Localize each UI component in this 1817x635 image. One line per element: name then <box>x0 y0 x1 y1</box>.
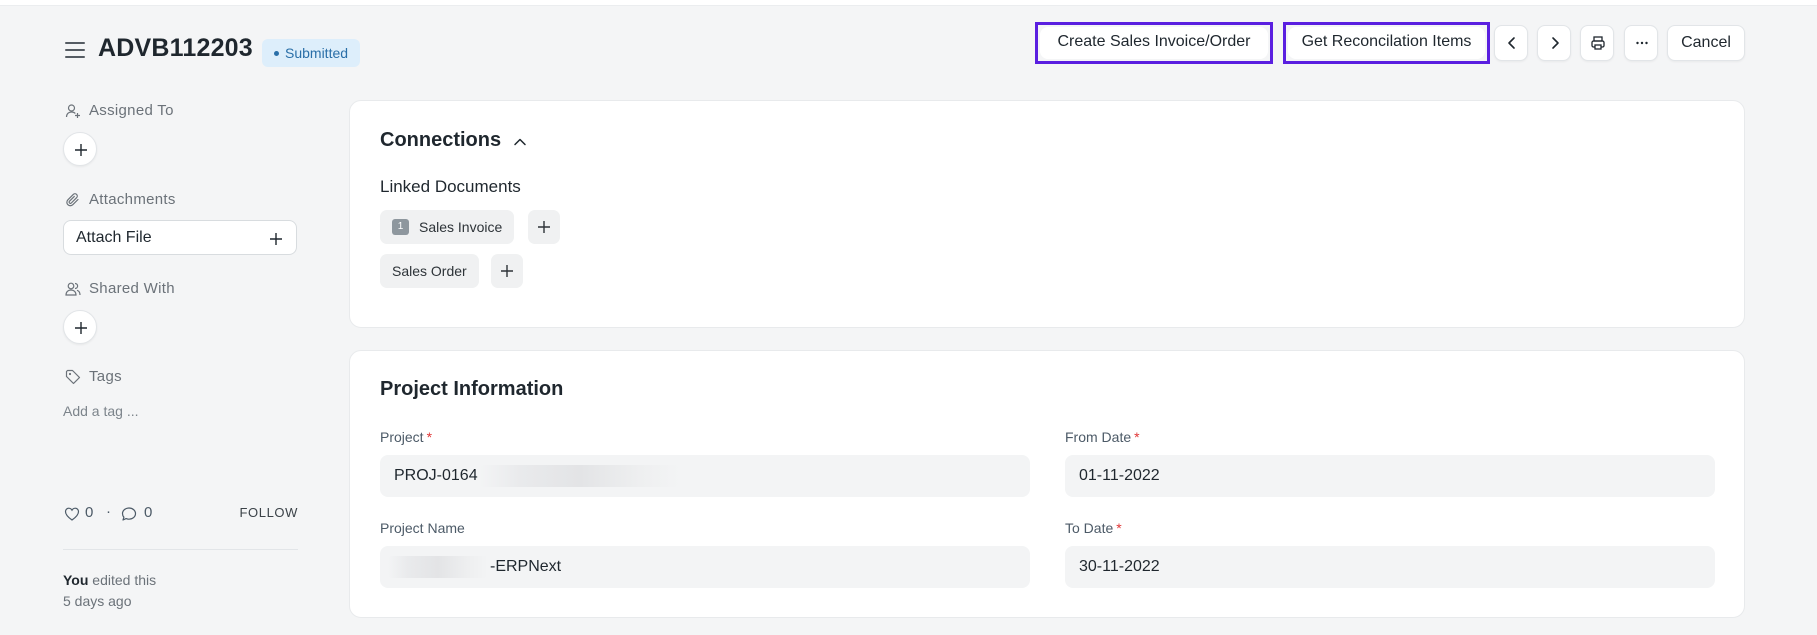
activity-text: edited this <box>88 572 157 588</box>
status-badge-label: Submitted <box>285 45 349 61</box>
linked-sales-order[interactable]: Sales Order <box>380 254 479 288</box>
plus-icon <box>75 144 87 156</box>
status-badge: Submitted <box>262 39 361 67</box>
add-share-button[interactable] <box>63 310 97 344</box>
next-button[interactable] <box>1537 25 1571 61</box>
users-icon <box>65 282 81 296</box>
plus-icon <box>270 233 282 245</box>
plus-icon <box>538 221 550 233</box>
required-marker: * <box>1116 520 1122 536</box>
add-assignee-button[interactable] <box>63 132 97 166</box>
linked-documents-title: Linked Documents <box>380 177 521 196</box>
to-date-label-text: To Date <box>1065 520 1114 536</box>
from-date-label-text: From Date <box>1065 429 1132 445</box>
attach-file-button[interactable]: Attach File <box>63 220 297 255</box>
paperclip-icon <box>66 193 79 207</box>
heart-icon[interactable] <box>64 506 80 522</box>
required-marker: * <box>1134 429 1140 445</box>
page-title: ADVB112203 <box>98 34 253 62</box>
tags-label: Tags <box>89 368 122 385</box>
sales-order-label: Sales Order <box>392 263 467 279</box>
to-date-field-label: To Date * <box>1065 520 1122 536</box>
attachments-section: Attachments <box>63 191 176 208</box>
attachments-label: Attachments <box>89 191 176 208</box>
plus-icon <box>501 265 513 277</box>
plus-icon <box>75 322 87 334</box>
create-sales-invoice-order-button[interactable]: Create Sales Invoice/Order <box>1040 27 1268 59</box>
chevron-right-icon <box>1552 37 1559 49</box>
more-actions-button[interactable] <box>1624 25 1658 61</box>
last-activity: You edited this 5 days ago <box>63 570 156 612</box>
chevron-left-icon <box>1508 37 1515 49</box>
add-sales-order-button[interactable] <box>491 254 523 288</box>
separator-dot: · <box>106 503 111 520</box>
comment-icon[interactable] <box>121 506 137 522</box>
project-information-card: Project Information Project * PROJ-0164 F… <box>349 350 1745 618</box>
more-icon <box>1636 41 1648 45</box>
menu-icon[interactable] <box>65 42 85 58</box>
chevron-up-icon[interactable] <box>512 134 528 150</box>
get-reconciliation-items-button[interactable]: Get Reconcilation Items <box>1288 27 1485 59</box>
from-date-field-label: From Date * <box>1065 429 1140 445</box>
linked-sales-invoice[interactable]: 1 Sales Invoice <box>380 210 515 244</box>
project-label-text: Project <box>380 429 424 445</box>
project-value: PROJ-0164 <box>394 467 478 484</box>
project-name-value: -ERPNext <box>490 558 562 575</box>
required-marker: * <box>426 429 433 445</box>
sales-invoice-count: 1 <box>392 219 409 236</box>
redacted-area <box>480 465 680 487</box>
redacted-area <box>388 556 488 578</box>
follow-button[interactable]: FOLLOW <box>240 505 299 520</box>
project-name-field[interactable]: -ERPNext <box>380 546 1030 588</box>
print-button[interactable] <box>1580 25 1614 61</box>
like-count: 0 <box>85 504 94 521</box>
previous-button[interactable] <box>1494 25 1528 61</box>
project-information-title: Project Information <box>380 378 564 400</box>
from-date-field[interactable]: 01-11-2022 <box>1065 455 1715 497</box>
assigned-to-section: Assigned To <box>63 102 174 119</box>
connections-card: Connections Linked Documents 1 Sales Invo… <box>349 100 1745 328</box>
user-plus-icon <box>65 104 80 118</box>
page-header: ADVB112203 Submitted Create Sales Invoic… <box>0 6 1817 92</box>
tag-icon <box>65 369 81 385</box>
connections-title[interactable]: Connections <box>380 129 501 152</box>
printer-icon <box>1591 36 1605 50</box>
project-field-label: Project * <box>380 429 432 445</box>
assigned-to-label: Assigned To <box>89 102 174 119</box>
tags-section: Tags <box>63 368 122 385</box>
add-sales-invoice-button[interactable] <box>528 210 560 244</box>
activity-user: You <box>63 572 89 588</box>
to-date-field[interactable]: 30-11-2022 <box>1065 546 1715 588</box>
social-stats: 0 · 0 FOLLOW <box>63 503 299 524</box>
form-sidebar: Assigned To Attachments Attach File Shar… <box>63 92 298 635</box>
shared-with-section: Shared With <box>63 280 175 297</box>
sidebar-divider <box>63 549 298 550</box>
shared-with-label: Shared With <box>89 280 175 297</box>
add-tag-link[interactable]: Add a tag ... <box>63 403 139 419</box>
project-field[interactable]: PROJ-0164 <box>380 455 1030 497</box>
sales-invoice-label: Sales Invoice <box>419 219 503 235</box>
project-name-field-label: Project Name <box>380 520 465 536</box>
attach-file-label: Attach File <box>76 229 152 246</box>
cancel-button[interactable]: Cancel <box>1667 25 1745 61</box>
activity-time: 5 days ago <box>63 593 132 609</box>
comment-count: 0 <box>144 504 153 521</box>
